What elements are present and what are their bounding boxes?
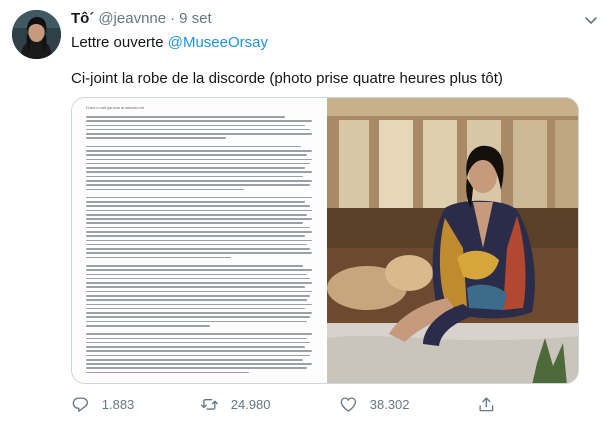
- share-icon: [479, 397, 494, 411]
- like-count: 38.302: [369, 396, 410, 412]
- letter-text-line: [86, 376, 312, 378]
- letter-text-line: [86, 149, 312, 152]
- letter-text-line: [86, 158, 312, 161]
- reply-count: 1.883: [101, 396, 135, 412]
- letter-text-line: [86, 184, 310, 186]
- letter-text-line: [86, 269, 312, 271]
- avatar-photo: [12, 10, 61, 59]
- letter-text-line: [86, 350, 312, 352]
- letter-text-line: [86, 175, 303, 178]
- letter-text-line: [86, 290, 312, 293]
- letter-text-line: [86, 205, 310, 207]
- letter-text-line: [86, 252, 312, 255]
- letter-image[interactable]: Certes ce sein que nous ne saurions voir: [72, 98, 325, 383]
- letter-text-line: [86, 120, 312, 122]
- letter-text-line: [86, 303, 312, 306]
- letter-text-line: [86, 307, 306, 310]
- letter-text-line: [86, 226, 310, 229]
- letter-text-line: [86, 179, 312, 182]
- letter-text-line: [86, 213, 308, 216]
- letter-text-line: [86, 231, 312, 233]
- letter-text-line: [86, 167, 306, 169]
- letter-text-line: [86, 116, 285, 118]
- media-grid[interactable]: Certes ce sein que nous ne saurions voir: [71, 97, 579, 384]
- heart-icon: [340, 397, 357, 412]
- letter-text-line: [86, 154, 308, 156]
- letter-text-line: [86, 128, 310, 131]
- letter-title: Certes ce sein que nous ne saurions voir: [86, 106, 145, 110]
- letter-text-line: [86, 312, 312, 314]
- letter-text-line: [86, 162, 310, 165]
- letter-text-line: [86, 124, 306, 127]
- tweet-text-prefix: Lettre ouverte: [71, 34, 168, 51]
- author-handle[interactable]: @jeavnne: [98, 10, 166, 27]
- letter-text-line: [86, 188, 245, 191]
- share-button[interactable]: [477, 392, 508, 416]
- letter-text-line: [86, 282, 312, 284]
- tweet-actions: 1.883 24.980 38.302: [71, 392, 591, 416]
- letter-text-line: [86, 218, 312, 220]
- letter-text-line: [86, 354, 310, 357]
- chevron-down-icon[interactable]: [583, 12, 599, 28]
- dress-photo[interactable]: [327, 98, 578, 383]
- letter-text-line: [86, 196, 312, 199]
- reply-button[interactable]: 1.883: [71, 392, 134, 416]
- letter-text-line: [86, 341, 310, 344]
- tweet[interactable]: Tô´ @jeavnne · 9 set Lettre ouverte @Mus…: [0, 0, 613, 430]
- photo-illustration: [327, 98, 578, 383]
- letter-text-line: [86, 346, 306, 348]
- letter-text-line: [86, 239, 312, 242]
- letter-text-line: [86, 222, 303, 225]
- letter-text-line: [86, 320, 308, 323]
- mention-link[interactable]: @MuseeOrsay: [168, 34, 268, 51]
- letter-text-line: [86, 294, 310, 297]
- letter-text-line: [86, 316, 310, 318]
- letter-text-line: [86, 324, 211, 327]
- letter-text-line: [86, 235, 306, 237]
- avatar[interactable]: [12, 10, 61, 59]
- letter-body-text: [86, 116, 312, 378]
- author-name[interactable]: Tô´: [71, 10, 94, 27]
- letter-text-line: [86, 201, 306, 203]
- letter-text-line: [86, 243, 308, 246]
- letter-text-line: [86, 277, 310, 280]
- letter-text-line: [86, 371, 249, 374]
- retweet-icon: [200, 398, 218, 410]
- retweet-count: 24.980: [230, 396, 271, 412]
- letter-text-line: [86, 171, 312, 173]
- tweet-date[interactable]: 9 set: [179, 10, 212, 27]
- letter-text-line: [86, 367, 308, 370]
- retweet-button[interactable]: 24.980: [200, 392, 271, 416]
- letter-text-line: [86, 248, 310, 250]
- separator-dot: ·: [170, 10, 176, 27]
- reply-icon: [72, 397, 89, 412]
- letter-text-line: [86, 273, 308, 276]
- letter-text-line: [86, 299, 308, 301]
- letter-text-line: [86, 358, 303, 361]
- tweet-header: Tô´ @jeavnne · 9 set: [71, 10, 212, 30]
- letter-text-line: [86, 145, 301, 148]
- letter-text-line: [86, 133, 312, 135]
- letter-text-line: [86, 363, 312, 365]
- letter-text-line: [86, 286, 306, 288]
- letter-text-line: [86, 337, 308, 340]
- letter-text-line: [86, 333, 312, 335]
- letter-text-line: [86, 137, 227, 139]
- letter-text-line: [86, 209, 312, 212]
- tweet-text-line-2: Ci-joint la robe de la discorde (photo p…: [71, 70, 503, 87]
- like-button[interactable]: 38.302: [339, 392, 410, 416]
- tweet-text-line-1: Lettre ouverte @MuseeOrsay: [71, 34, 268, 51]
- letter-text-line: [86, 265, 303, 267]
- letter-text-line: [86, 256, 231, 259]
